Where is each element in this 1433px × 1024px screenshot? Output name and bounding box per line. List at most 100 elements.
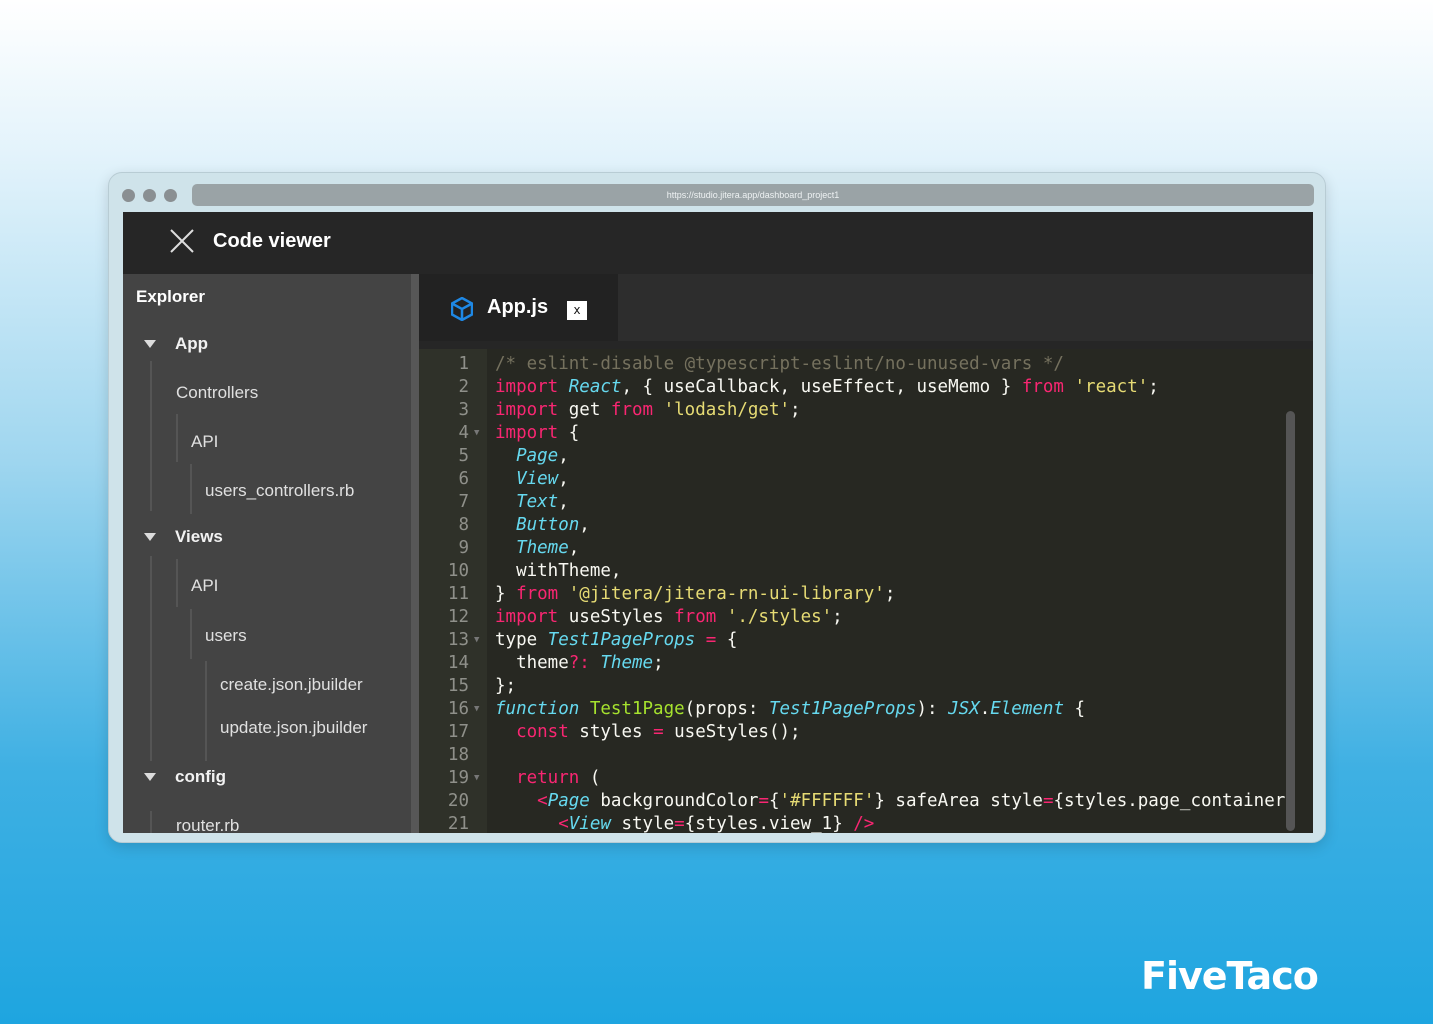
code-token: , { useCallback, useEffect, useMemo } [621, 377, 1022, 397]
code-text: View, [495, 468, 569, 491]
address-bar[interactable]: https://studio.jitera.app/dashboard_proj… [192, 184, 1314, 206]
code-line: 8 Button, [419, 514, 1313, 537]
tree-folder-api[interactable]: API [191, 576, 218, 596]
code-line: 19 ▼ return ( [419, 767, 1313, 790]
tree-file-router[interactable]: router.rb [176, 816, 239, 833]
sidebar-resize-handle[interactable] [411, 274, 419, 833]
code-token: import [495, 377, 569, 397]
code-token: useStyles(); [674, 722, 801, 742]
code-text: }; [495, 675, 516, 698]
code-token: , [558, 446, 569, 466]
tab-app-js[interactable]: App.js x [419, 274, 618, 341]
line-number: 6 [458, 469, 469, 489]
line-number: 14 [447, 653, 469, 673]
tree-folder-users[interactable]: users [205, 626, 247, 646]
explorer-sidebar: Explorer App Controllers API users_contr… [123, 274, 411, 833]
code-token: const [516, 722, 580, 742]
code-token: Button [516, 515, 580, 535]
code-token: { [768, 791, 780, 811]
code-token: . [979, 699, 991, 719]
code-text: Page, [495, 445, 569, 468]
code-token: Theme [516, 538, 569, 558]
window-minimize-dot[interactable] [143, 189, 156, 202]
code-token: View [568, 814, 611, 833]
code-token: withTheme, [495, 561, 622, 581]
window-maximize-dot[interactable] [164, 189, 177, 202]
code-token: ( [589, 768, 601, 788]
line-number: 16 [447, 699, 469, 719]
line-number: 5 [458, 446, 469, 466]
code-text: import React, { useCallback, useEffect, … [495, 376, 1159, 399]
chevron-down-icon[interactable] [144, 340, 156, 348]
code-token: ; [1148, 377, 1159, 397]
fold-arrow-icon[interactable]: ▼ [474, 767, 479, 790]
code-editor[interactable]: 1 /* eslint-disable @typescript-eslint/no… [419, 349, 1313, 833]
code-token: Element [990, 699, 1064, 719]
code-token: = [653, 722, 675, 742]
code-token: ?: [568, 653, 601, 673]
line-number: 19 [447, 768, 469, 788]
code-text: function Test1Page(props: Test1PageProps… [495, 698, 1085, 721]
code-text: theme?: Theme; [495, 652, 664, 675]
code-token: ): [916, 699, 949, 719]
code-line: 17 const styles = useStyles(); [419, 721, 1313, 744]
fold-arrow-icon[interactable]: ▼ [474, 698, 479, 721]
tree-folder-views[interactable]: Views [144, 527, 223, 547]
code-line: 11} from '@jitera/jitera-rn-ui-library'; [419, 583, 1313, 606]
code-line: 18 [419, 744, 1313, 767]
code-text: Text, [495, 491, 569, 514]
code-line: 9 Theme, [419, 537, 1313, 560]
code-line: 1 /* eslint-disable @typescript-eslint/no… [419, 353, 1313, 376]
fold-arrow-icon[interactable]: ▼ [474, 629, 479, 652]
tree-file-update-jbuilder[interactable]: update.json.jbuilder [220, 718, 367, 738]
code-token: Test1PageProps [768, 699, 917, 719]
line-number: 7 [458, 492, 469, 512]
code-token: 'react' [1074, 377, 1149, 397]
page-title: Code viewer [213, 230, 331, 252]
tree-file-create-jbuilder[interactable]: create.json.jbuilder [220, 675, 363, 695]
code-token: useStyles [568, 607, 675, 627]
code-token: } [495, 584, 517, 604]
tree-folder-api[interactable]: API [191, 432, 218, 452]
vertical-scrollbar[interactable] [1286, 411, 1295, 831]
chevron-down-icon[interactable] [144, 773, 156, 781]
code-line: 21 <View style={styles.view_1} /> [419, 813, 1313, 833]
tree-folder-config[interactable]: config [144, 767, 226, 787]
code-token: from [516, 584, 569, 604]
code-token: { [726, 630, 738, 650]
browser-window: https://studio.jitera.app/dashboard_proj… [108, 172, 1326, 843]
line-number: 21 [447, 814, 469, 833]
close-icon[interactable] [169, 228, 195, 254]
code-token: Page [547, 791, 590, 811]
code-token: from [610, 400, 664, 420]
code-text: import get from 'lodash/get'; [495, 399, 801, 422]
tree-folder-controllers[interactable]: Controllers [176, 383, 258, 403]
line-number: 4 [458, 423, 469, 443]
tree-file-users-controllers[interactable]: users_controllers.rb [205, 481, 354, 501]
code-token: import [495, 400, 569, 420]
code-text: const styles = useStyles(); [495, 721, 801, 744]
fold-arrow-icon[interactable]: ▼ [474, 422, 479, 445]
line-number: 11 [447, 584, 469, 604]
tab-close-button[interactable]: x [567, 301, 587, 320]
window-close-dot[interactable] [122, 189, 135, 202]
tab-label: App.js [487, 296, 549, 318]
line-number: 2 [458, 377, 469, 397]
line-number: 15 [447, 676, 469, 696]
code-token: styles [579, 722, 654, 742]
code-line: 20 <Page backgroundColor={'#FFFFFF'} saf… [419, 790, 1313, 813]
code-token: ; [653, 653, 664, 673]
code-token: = [758, 791, 769, 811]
code-token: './styles' [726, 607, 833, 627]
code-token: '@jitera/jitera-rn-ui-library' [568, 584, 885, 604]
tree-folder-app[interactable]: App [144, 334, 208, 354]
code-token: { [1064, 699, 1086, 719]
line-number: 20 [447, 791, 469, 811]
code-token: = [1042, 791, 1054, 811]
chevron-down-icon[interactable] [144, 533, 156, 541]
